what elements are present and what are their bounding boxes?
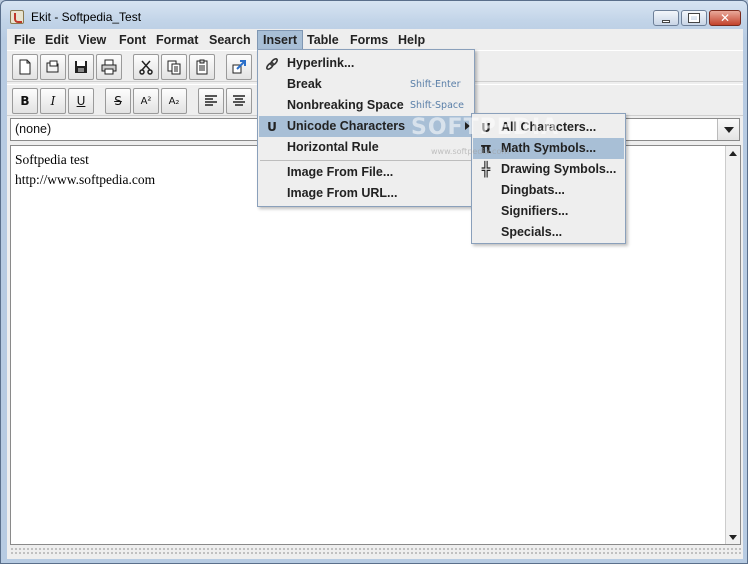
menu-search[interactable]: Search bbox=[204, 30, 256, 50]
softpedia-watermark-url: www.softpedia.com bbox=[431, 147, 510, 156]
menu-item-label: Nonbreaking Space bbox=[287, 98, 404, 112]
menu-item-label: Unicode Characters bbox=[287, 119, 406, 133]
menu-separator bbox=[260, 160, 472, 161]
new-document-icon bbox=[19, 59, 31, 75]
menu-item-label: Drawing Symbols... bbox=[501, 162, 617, 176]
menu-item-label: Signifiers... bbox=[501, 204, 569, 218]
menu-item-label: Horizontal Rule bbox=[287, 140, 379, 154]
menu-edit[interactable]: Edit bbox=[40, 30, 74, 50]
arrow-down-icon bbox=[729, 534, 737, 540]
align-center-button[interactable] bbox=[226, 88, 252, 114]
submenu-item-specials[interactable]: Specials... bbox=[473, 222, 624, 243]
editor-line-1: Softpedia test bbox=[15, 152, 89, 167]
italic-button[interactable]: I bbox=[40, 88, 66, 114]
close-icon: ✕ bbox=[719, 11, 731, 25]
maximize-icon bbox=[688, 13, 700, 23]
close-button[interactable]: ✕ bbox=[709, 10, 741, 26]
arrow-up-icon bbox=[729, 150, 737, 156]
save-icon bbox=[75, 61, 87, 73]
menu-format[interactable]: Format bbox=[151, 30, 203, 50]
unicode-icon: U bbox=[267, 120, 277, 134]
combo-dropdown-button[interactable] bbox=[717, 119, 739, 140]
align-left-icon bbox=[205, 95, 217, 106]
open-folder-icon bbox=[46, 60, 59, 73]
menu-font[interactable]: Font bbox=[114, 30, 151, 50]
hyperlink-icon bbox=[264, 56, 280, 72]
box-drawing-icon: ╬ bbox=[481, 162, 491, 178]
paragraph-style-value: (none) bbox=[15, 122, 52, 136]
maximize-button[interactable] bbox=[681, 10, 707, 26]
align-left-button[interactable] bbox=[198, 88, 224, 114]
menu-item-image-from-url[interactable]: Image From URL... bbox=[259, 183, 473, 204]
menu-item-nonbreaking-space[interactable]: Nonbreaking Space Shift-Space bbox=[259, 95, 473, 116]
paste-icon bbox=[196, 59, 208, 75]
align-center-icon bbox=[233, 95, 245, 106]
menu-item-break[interactable]: Break Shift-Enter bbox=[259, 74, 473, 95]
save-button[interactable] bbox=[68, 54, 94, 80]
menu-bar: File Edit View Font Format Search Insert… bbox=[7, 29, 743, 50]
anchor-link-button[interactable] bbox=[226, 54, 252, 80]
application-window: Ekit - Softpedia_Test ✕ File Edit View F… bbox=[0, 0, 748, 564]
menu-item-label: Break bbox=[287, 77, 322, 91]
menu-item-label: Dingbats... bbox=[501, 183, 565, 197]
editor-line-2: http://www.softpedia.com bbox=[15, 172, 156, 187]
softpedia-watermark: SOFTPEDIA bbox=[411, 115, 560, 140]
scissors-icon bbox=[139, 60, 153, 75]
menu-help[interactable]: Help bbox=[393, 30, 430, 50]
menu-item-shortcut: Shift-Space bbox=[410, 100, 464, 111]
menu-file[interactable]: File bbox=[9, 30, 41, 50]
subscript-button[interactable]: A₂ bbox=[161, 88, 187, 114]
strikethrough-button[interactable]: S bbox=[105, 88, 131, 114]
minimize-icon bbox=[662, 19, 670, 23]
menu-item-image-from-file[interactable]: Image From File... bbox=[259, 162, 473, 183]
menu-item-label: Image From File... bbox=[287, 165, 394, 179]
menu-item-label: Specials... bbox=[501, 225, 563, 239]
menu-table[interactable]: Table bbox=[302, 30, 344, 50]
submenu-item-drawing-symbols[interactable]: ╬ Drawing Symbols... bbox=[473, 159, 624, 180]
scroll-down-button[interactable] bbox=[726, 530, 740, 544]
vertical-scrollbar[interactable] bbox=[725, 146, 740, 544]
menu-item-label: Image From URL... bbox=[287, 186, 398, 200]
anchor-link-icon bbox=[232, 60, 246, 74]
copy-icon bbox=[167, 60, 181, 75]
menu-item-shortcut: Shift-Enter bbox=[410, 79, 461, 90]
new-document-button[interactable] bbox=[12, 54, 38, 80]
scroll-up-button[interactable] bbox=[726, 146, 740, 160]
open-button[interactable] bbox=[40, 54, 66, 80]
chevron-down-icon bbox=[723, 126, 734, 133]
submenu-item-dingbats[interactable]: Dingbats... bbox=[473, 180, 624, 201]
menu-item-label: Math Symbols... bbox=[501, 141, 597, 155]
menu-item-label: Hyperlink... bbox=[287, 56, 355, 70]
copy-button[interactable] bbox=[161, 54, 187, 80]
java-app-icon bbox=[10, 10, 24, 24]
resize-grip-bar bbox=[10, 547, 741, 555]
paste-button[interactable] bbox=[189, 54, 215, 80]
menu-insert[interactable]: Insert bbox=[257, 30, 304, 50]
superscript-button[interactable]: A² bbox=[133, 88, 159, 114]
window-title: Ekit - Softpedia_Test bbox=[31, 10, 142, 24]
bold-button[interactable]: B bbox=[12, 88, 38, 114]
minimize-button[interactable] bbox=[653, 10, 679, 26]
title-bar[interactable]: Ekit - Softpedia_Test ✕ bbox=[1, 1, 747, 29]
printer-icon bbox=[101, 59, 117, 75]
menu-forms[interactable]: Forms bbox=[345, 30, 393, 50]
cut-button[interactable] bbox=[133, 54, 159, 80]
menu-view[interactable]: View bbox=[73, 30, 111, 50]
submenu-item-signifiers[interactable]: Signifiers... bbox=[473, 201, 624, 222]
print-button[interactable] bbox=[96, 54, 122, 80]
menu-item-hyperlink[interactable]: Hyperlink... bbox=[259, 53, 473, 74]
underline-button[interactable]: U bbox=[68, 88, 94, 114]
